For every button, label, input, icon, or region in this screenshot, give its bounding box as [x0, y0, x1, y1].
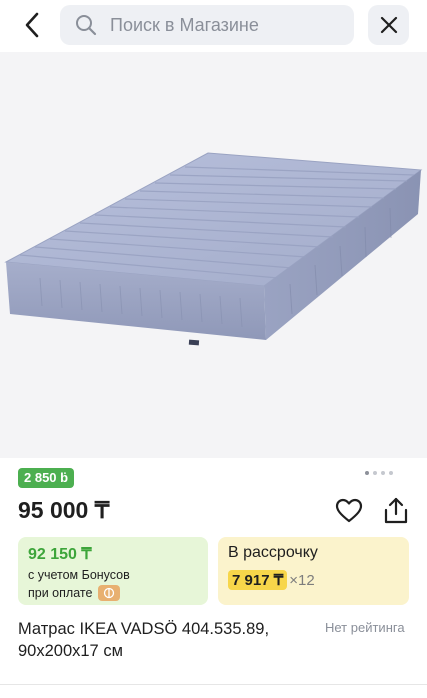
gallery-dot [381, 471, 385, 475]
product-title: Матрас IKEA VADSÖ 404.535.89, 90x200x17 … [18, 620, 270, 660]
gallery-dot-active [365, 471, 369, 475]
back-button[interactable] [14, 8, 50, 42]
installment-monthly: 7 917 ₸ [228, 570, 288, 590]
search-bar[interactable] [60, 5, 354, 45]
bonus-price-card[interactable]: 92 150 ₸ с учетом Бонусов при оплате [18, 537, 208, 605]
gallery-dot [389, 471, 393, 475]
search-input[interactable] [110, 14, 330, 36]
mattress-image [4, 152, 423, 346]
bonus-price-caption: с учетом Бонусов [28, 568, 130, 582]
divider [0, 684, 427, 698]
favorite-button[interactable] [334, 496, 364, 526]
installment-multiplier: ×12 [289, 571, 315, 589]
installment-title: В рассрочку [228, 544, 318, 561]
search-icon [74, 13, 98, 37]
heart-icon [335, 498, 363, 523]
bonus-badge: 2 850 ḃ [18, 468, 75, 488]
chevron-left-icon [25, 12, 39, 38]
product-rating[interactable]: Нет рейтинга [325, 620, 405, 635]
product-price: 95 000 ₸ [18, 497, 110, 523]
gallery-dot [373, 471, 377, 475]
gallery-dots [365, 471, 393, 475]
bonus-price-amount: 92 150 ₸ [28, 546, 92, 563]
share-button[interactable] [381, 496, 411, 526]
close-button[interactable] [368, 5, 409, 45]
share-icon [384, 497, 408, 524]
product-image[interactable] [0, 52, 427, 458]
bonus-price-caption-text: при оплате [28, 586, 93, 600]
top-bar [0, 0, 427, 50]
bonus-price-caption-2: при оплате [28, 585, 198, 601]
payment-method-icon [98, 585, 121, 601]
installment-card[interactable]: В рассрочку 7 917 ₸ ×12 [218, 537, 409, 605]
installment-row: 7 917 ₸ ×12 [228, 570, 399, 590]
close-icon [380, 16, 397, 34]
